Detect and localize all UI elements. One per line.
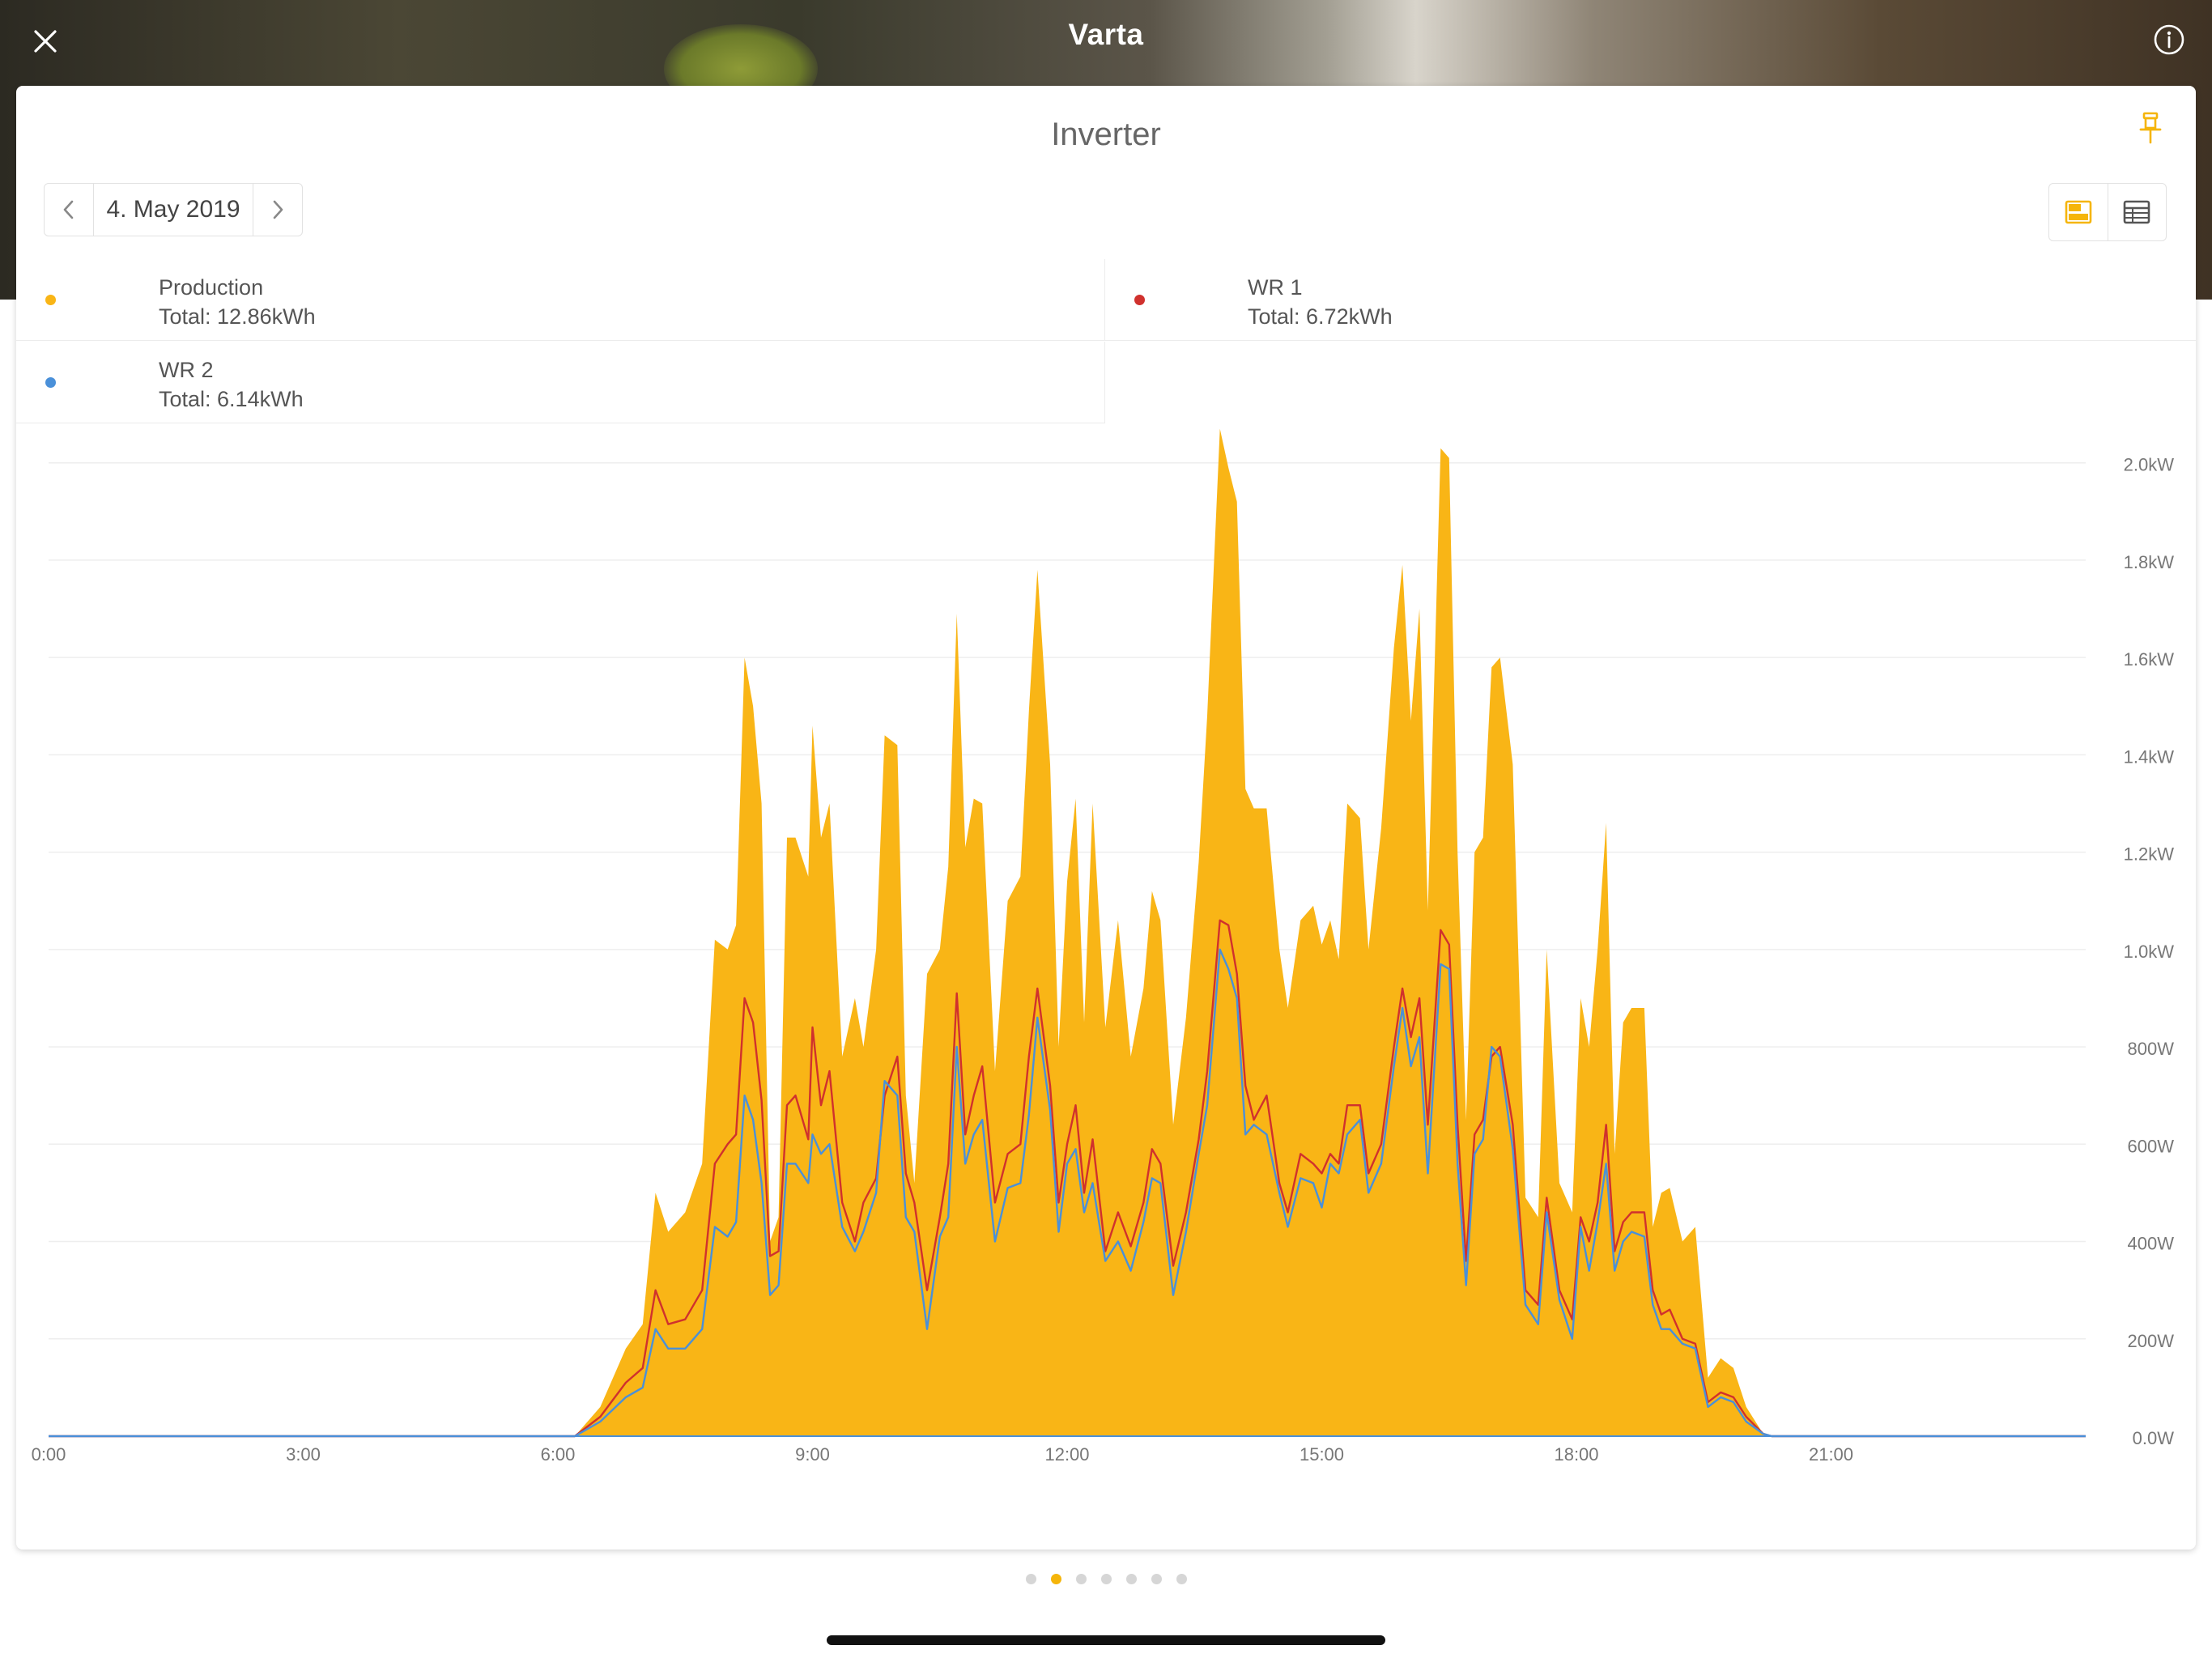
legend-item-wr1[interactable]: WR 1 Total: 6.72kWh xyxy=(1105,259,2196,341)
legend-item-production[interactable]: Production Total: 12.86kWh xyxy=(16,259,1105,341)
next-day-button[interactable] xyxy=(253,184,302,236)
date-label[interactable]: 4. May 2019 xyxy=(93,184,253,236)
y-tick-label: 0.0W xyxy=(2133,1428,2175,1448)
legend-total: Total: 6.72kWh xyxy=(1248,304,1393,329)
legend-item-wr2[interactable]: WR 2 Total: 6.14kWh xyxy=(16,342,1105,423)
pin-icon xyxy=(2139,112,2162,144)
y-tick-label: 1.8kW xyxy=(2124,552,2175,572)
y-tick-label: 600W xyxy=(2128,1136,2175,1156)
page-dot[interactable] xyxy=(1050,1574,1061,1584)
table-view-icon xyxy=(2123,200,2150,224)
legend-total: Total: 6.14kWh xyxy=(159,387,304,411)
page-dot[interactable] xyxy=(1176,1574,1187,1584)
app-title: Varta xyxy=(1068,18,1144,51)
chevron-left-icon xyxy=(63,200,74,219)
view-toggle xyxy=(2048,183,2167,241)
legend-dot-production xyxy=(45,295,56,305)
legend-dot-wr1 xyxy=(1134,295,1145,305)
page-dot[interactable] xyxy=(1025,1574,1036,1584)
y-tick-label: 200W xyxy=(2128,1331,2175,1351)
y-tick-label: 1.6kW xyxy=(2124,649,2175,670)
x-tick-label: 0:00 xyxy=(32,1444,66,1465)
chevron-right-icon xyxy=(273,200,283,219)
chart-view-button[interactable] xyxy=(2049,184,2108,240)
x-tick-label: 3:00 xyxy=(286,1444,321,1465)
y-tick-label: 1.4kW xyxy=(2124,746,2175,767)
power-chart[interactable]: 0.0W 200W 400W 600W 800W 1.0kW 1.2kW 1.4kW 1.6kW… xyxy=(16,426,2196,1550)
y-tick-label: 2.0kW xyxy=(2124,455,2175,475)
home-indicator xyxy=(827,1635,1385,1645)
date-navigator: 4. May 2019 xyxy=(44,183,303,236)
y-tick-label: 1.2kW xyxy=(2124,844,2175,865)
x-tick-label: 6:00 xyxy=(541,1444,576,1465)
y-tick-label: 1.0kW xyxy=(2124,942,2175,962)
card-title: Inverter xyxy=(1051,117,1161,152)
x-tick-label: 18:00 xyxy=(1554,1444,1598,1465)
page-dot[interactable] xyxy=(1151,1574,1162,1584)
page-dot[interactable] xyxy=(1075,1574,1087,1584)
legend-name: Production xyxy=(159,275,264,300)
top-bar: Varta xyxy=(0,0,2212,81)
legend-name: WR 1 xyxy=(1248,275,1303,300)
info-icon xyxy=(2154,24,2184,55)
chart-svg: 0.0W 200W 400W 600W 800W 1.0kW 1.2kW 1.4kW 1.6kW… xyxy=(32,428,2175,1465)
x-tick-label: 9:00 xyxy=(795,1444,830,1465)
page-dot[interactable] xyxy=(1125,1574,1137,1584)
inverter-card: Inverter 4. May 2019 Production Total: 1… xyxy=(16,86,2196,1550)
info-button[interactable] xyxy=(2150,21,2188,58)
page-dot[interactable] xyxy=(1100,1574,1112,1584)
legend-total: Total: 12.86kWh xyxy=(159,304,316,329)
x-tick-label: 12:00 xyxy=(1044,1444,1089,1465)
x-tick-label: 15:00 xyxy=(1300,1444,1344,1465)
previous-day-button[interactable] xyxy=(45,184,93,236)
chart-view-icon xyxy=(2065,200,2092,224)
legend-name: WR 2 xyxy=(159,358,214,382)
table-view-button[interactable] xyxy=(2107,184,2167,240)
series-area-production xyxy=(49,428,2086,1436)
x-tick-label: 21:00 xyxy=(1809,1444,1853,1465)
y-tick-label: 400W xyxy=(2128,1234,2175,1254)
legend-dot-wr2 xyxy=(45,377,56,388)
y-tick-label: 800W xyxy=(2128,1039,2175,1059)
pin-button[interactable] xyxy=(2134,108,2167,147)
page-indicator[interactable] xyxy=(0,1574,2212,1588)
